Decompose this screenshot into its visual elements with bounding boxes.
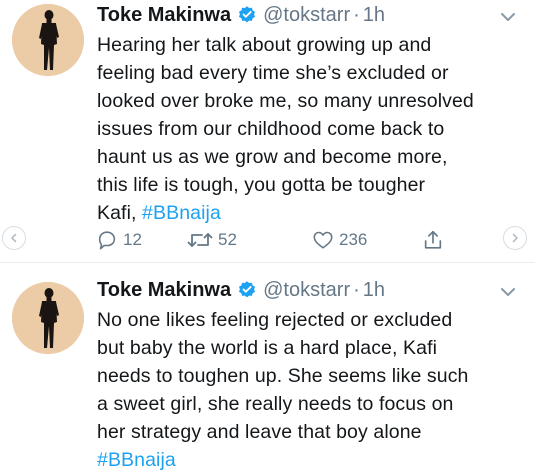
tweet-text-line: issues from our childhood come back to xyxy=(97,118,445,140)
tweet-header: Toke Makinwa @tokstarr · 1h xyxy=(97,2,385,28)
hashtag-link[interactable]: #BBnaija xyxy=(97,446,527,474)
like-button[interactable]: 236 xyxy=(312,226,367,254)
avatar[interactable] xyxy=(12,4,84,76)
tweet-text-line: needs to toughen up. She seems like such xyxy=(97,365,469,387)
tweet-text-line: haunt us as we grow and become more, xyxy=(97,146,448,168)
reply-icon xyxy=(96,229,118,251)
chevron-down-icon[interactable] xyxy=(497,281,519,303)
avatar-figure xyxy=(12,4,84,76)
retweet-count: 52 xyxy=(218,230,237,249)
hashtag-link[interactable]: #BBnaija xyxy=(142,202,221,224)
heart-icon xyxy=(312,229,334,251)
user-handle[interactable]: @tokstarr xyxy=(263,279,350,302)
tweet[interactable]: Toke Makinwa @tokstarr · 1h Hearing her … xyxy=(0,0,535,262)
verified-badge-icon xyxy=(237,5,257,25)
share-button[interactable] xyxy=(422,226,444,254)
avatar-figure xyxy=(12,282,84,354)
retweet-button[interactable]: 52 xyxy=(187,226,237,254)
verified-badge-icon xyxy=(237,280,257,300)
tweet-header: Toke Makinwa @tokstarr · 1h xyxy=(97,277,385,303)
tweet-text-line: Kafi, #BBnaija xyxy=(97,199,527,227)
tweet-text-line: her strategy and leave that boy alone xyxy=(97,421,422,443)
tweet-text-line: but baby the world is a hard place, Kafi xyxy=(97,337,438,359)
timestamp[interactable]: 1h xyxy=(363,279,385,302)
tweet[interactable]: Toke Makinwa @tokstarr · 1h No one likes… xyxy=(0,263,535,475)
retweet-icon xyxy=(187,229,213,251)
tweet-text-line: feeling bad every time she’s excluded or xyxy=(97,62,449,84)
tweet-text-line: No one likes feeling rejected or exclude… xyxy=(97,309,453,331)
tweet-text-line: this life is tough, you gotta be tougher xyxy=(97,174,426,196)
chevron-right-icon[interactable] xyxy=(503,226,527,250)
reply-count: 12 xyxy=(123,230,142,249)
reply-button[interactable]: 12 xyxy=(96,226,142,254)
tweet-text-line: looked over broke me, so many unresolved xyxy=(97,90,474,112)
tweet-text: Hearing her talk about growing up and fe… xyxy=(97,31,527,227)
user-handle[interactable]: @tokstarr xyxy=(263,4,350,27)
timestamp[interactable]: 1h xyxy=(363,4,385,27)
tweet-text-fragment: Kafi, xyxy=(97,202,143,224)
chevron-down-icon[interactable] xyxy=(497,6,519,28)
like-count: 236 xyxy=(339,230,368,249)
display-name[interactable]: Toke Makinwa xyxy=(97,279,231,302)
share-icon xyxy=(422,229,444,251)
tweet-text: No one likes feeling rejected or exclude… xyxy=(97,306,527,474)
tweet-actions: 12 52 236 xyxy=(92,226,452,254)
tweet-text-line: a sweet girl, she really needs to focus … xyxy=(97,393,454,415)
tweet-text-line: Hearing her talk about growing up and xyxy=(97,34,432,56)
display-name[interactable]: Toke Makinwa xyxy=(97,4,231,27)
separator-dot: · xyxy=(353,278,360,301)
avatar[interactable] xyxy=(12,282,84,354)
separator-dot: · xyxy=(353,3,360,26)
chevron-left-icon[interactable] xyxy=(2,226,26,250)
